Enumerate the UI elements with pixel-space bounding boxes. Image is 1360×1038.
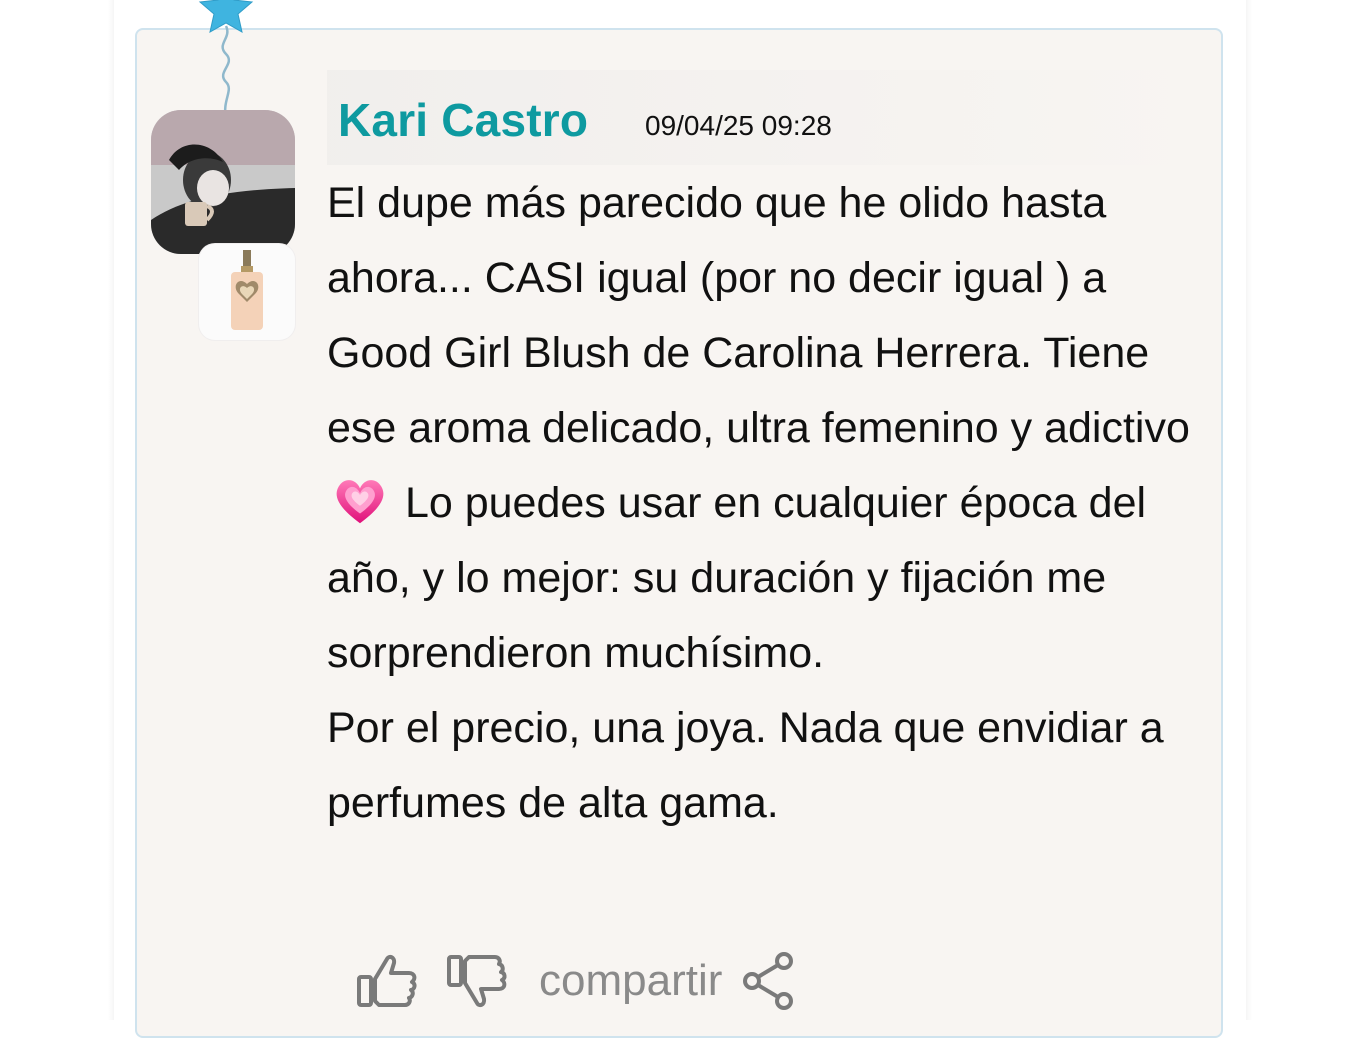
sparkling-heart-icon [336, 480, 384, 524]
thumbs-up-icon[interactable] [355, 951, 419, 1011]
share-icon[interactable] [740, 951, 796, 1011]
comment-paragraph-3: Por el precio, una joya. Nada que envidi… [327, 704, 1164, 827]
page-shadow-left [108, 0, 114, 1020]
thumbs-down-icon[interactable] [445, 951, 509, 1011]
comment-paragraph-1: El dupe más parecido que he olido hasta … [327, 179, 1190, 452]
comment-actions: compartir [355, 946, 796, 1016]
page-shadow-right [1246, 0, 1252, 1020]
comment-paragraph-2: Lo puedes usar en cualquier época del añ… [327, 479, 1147, 677]
author-name[interactable]: Kari Castro [338, 93, 588, 147]
comment-date: 09/04/25 09:28 [645, 110, 832, 141]
user-avatar[interactable] [151, 110, 295, 254]
comment-body: El dupe más parecido que he olido hasta … [327, 166, 1207, 841]
share-label[interactable]: compartir [539, 956, 722, 1006]
star-balloon-icon [198, 0, 254, 119]
avatar-photo-icon [151, 110, 295, 254]
perfume-bottle-icon [231, 250, 263, 330]
perfume-badge[interactable] [199, 244, 295, 340]
